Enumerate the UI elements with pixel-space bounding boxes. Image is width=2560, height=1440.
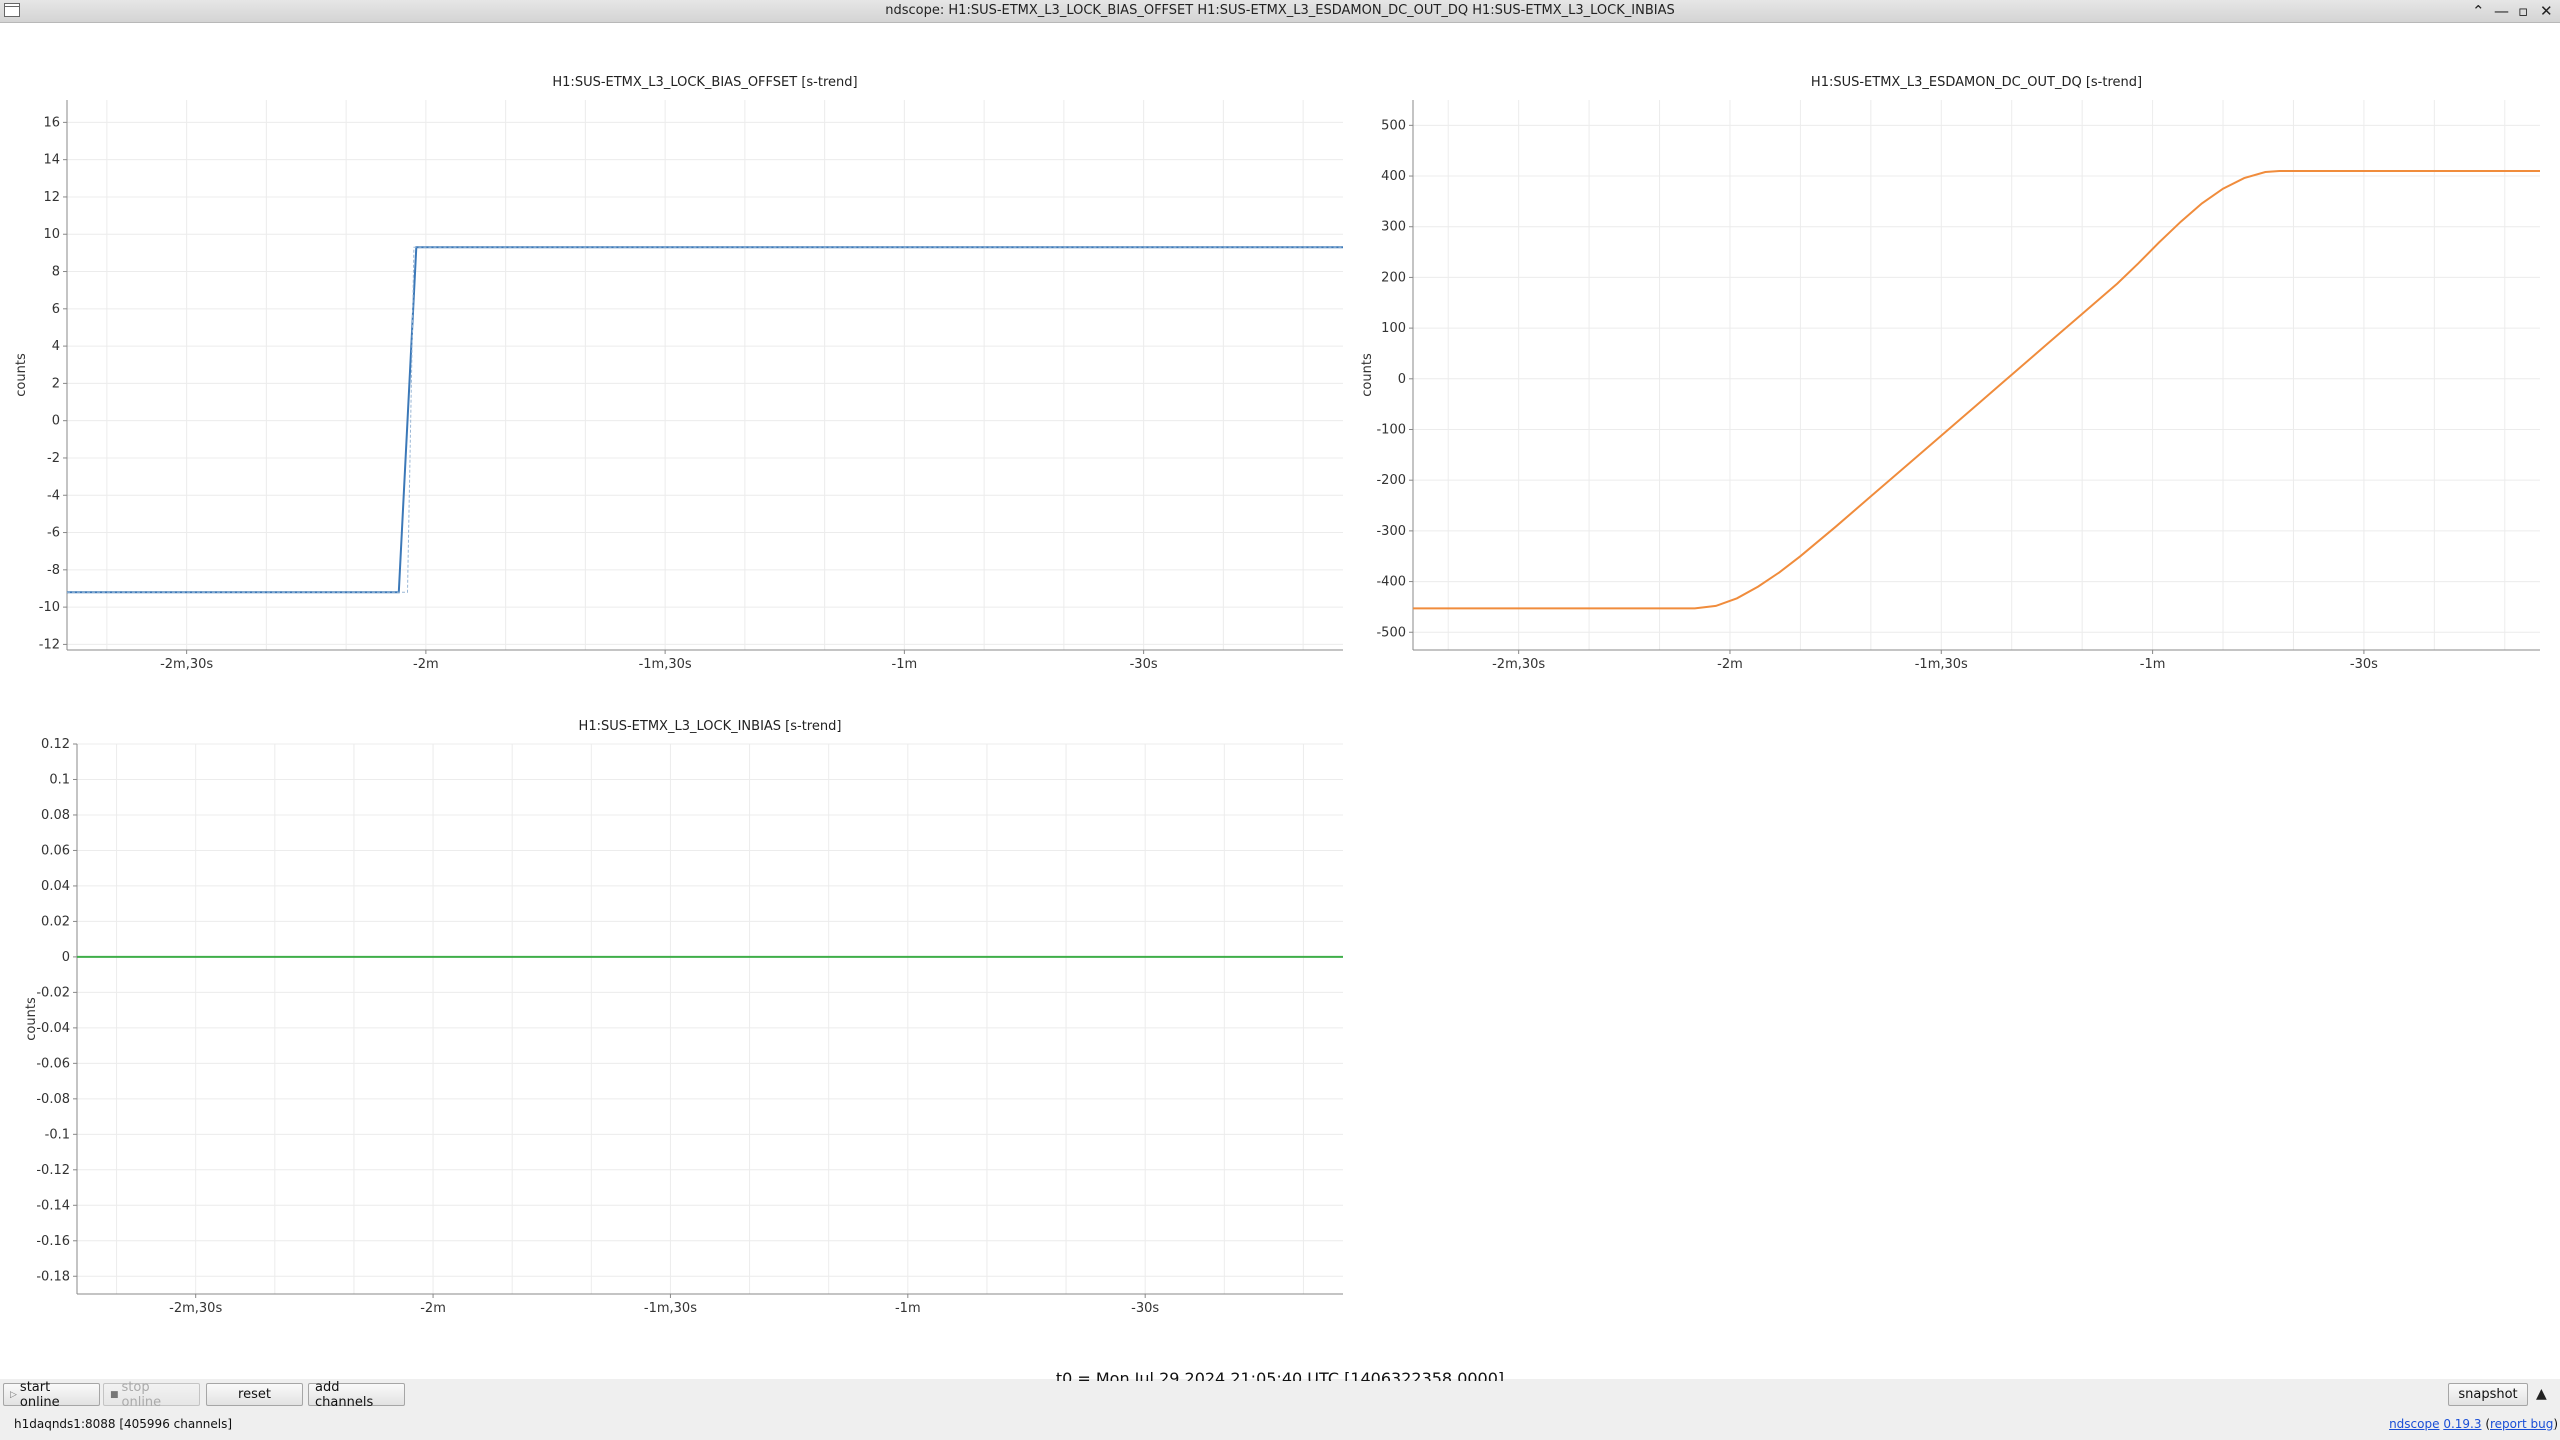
x-tick-label: -2m,30s xyxy=(160,657,213,672)
play-icon: ▷ xyxy=(10,1389,17,1400)
window-titlebar: ndscope: H1:SUS-ETMX_L3_LOCK_BIAS_OFFSET… xyxy=(0,0,2560,23)
y-tick-label: -0.1 xyxy=(45,1127,70,1142)
y-axis-label: counts xyxy=(14,353,29,397)
y-tick-label: -4 xyxy=(47,488,60,503)
y-tick-label: -500 xyxy=(1376,625,1406,640)
close-icon[interactable]: ✕ xyxy=(2540,1,2553,21)
series-line-1 xyxy=(67,246,1343,593)
status-bar: h1daqnds1:8088 [405996 channels] ndscope… xyxy=(0,1411,2560,1440)
y-tick-label: 0.12 xyxy=(41,737,70,752)
y-tick-label: -300 xyxy=(1376,524,1406,539)
plot-inbias[interactable]: H1:SUS-ETMX_L3_LOCK_INBIAS [s-trend] 0.12… xyxy=(0,699,1350,1335)
maximize-icon[interactable]: ▫ xyxy=(2518,1,2528,21)
chart-title: H1:SUS-ETMX_L3_LOCK_INBIAS [s-trend] xyxy=(579,719,842,734)
y-tick-label: -0.02 xyxy=(36,985,70,1000)
x-tick-label: -1m xyxy=(895,1301,921,1316)
y-tick-label: -0.06 xyxy=(36,1056,70,1071)
server-status: h1daqnds1:8088 [405996 channels] xyxy=(14,1417,233,1431)
series-line-0 xyxy=(1413,170,2540,610)
x-tick-label: -2m,30s xyxy=(169,1301,222,1316)
y-tick-label: 6 xyxy=(52,302,60,317)
chart-title: H1:SUS-ETMX_L3_LOCK_BIAS_OFFSET [s-trend… xyxy=(552,75,857,90)
x-tick-label: -2m xyxy=(413,657,439,672)
y-tick-label: 0.04 xyxy=(41,879,70,894)
y-tick-label: 14 xyxy=(43,153,60,168)
window-title: ndscope: H1:SUS-ETMX_L3_LOCK_BIAS_OFFSET… xyxy=(885,3,1675,18)
y-tick-label: 12 xyxy=(43,190,60,205)
version-link[interactable]: 0.19.3 xyxy=(2443,1417,2481,1431)
y-tick-label: -0.12 xyxy=(36,1163,70,1178)
plot-esdamon[interactable]: H1:SUS-ETMX_L3_ESDAMON_DC_OUT_DQ [s-tren… xyxy=(1340,55,2560,691)
x-tick-label: -30s xyxy=(1130,657,1158,672)
x-tick-label: -30s xyxy=(2350,657,2378,672)
y-tick-label: 0 xyxy=(52,414,60,429)
bottom-toolbar: ▷ start online ■ stop online reset add c… xyxy=(0,1380,2560,1410)
y-tick-label: 0.08 xyxy=(41,808,70,823)
y-tick-label: 0.1 xyxy=(49,772,70,787)
x-tick-label: -1m,30s xyxy=(639,657,692,672)
y-tick-label: -0.16 xyxy=(36,1234,70,1249)
y-tick-label: 100 xyxy=(1381,321,1406,336)
ndscope-link[interactable]: ndscope xyxy=(2389,1417,2439,1431)
y-tick-label: 0 xyxy=(1398,372,1406,387)
series-line-0 xyxy=(67,246,1343,594)
add-channels-button[interactable]: add channels xyxy=(308,1380,405,1410)
y-tick-label: 500 xyxy=(1381,118,1406,133)
x-tick-label: -1m xyxy=(2140,657,2166,672)
snapshot-button[interactable]: snapshot xyxy=(2448,1383,2528,1406)
x-tick-label: -1m,30s xyxy=(1915,657,1968,672)
stop-icon: ■ xyxy=(110,1389,119,1400)
y-tick-label: -100 xyxy=(1376,422,1406,437)
x-tick-label: -2m xyxy=(1717,657,1743,672)
y-tick-label: 8 xyxy=(52,265,60,280)
y-tick-label: -200 xyxy=(1376,473,1406,488)
report-bug-link[interactable]: report bug xyxy=(2490,1417,2553,1431)
y-axis-label: counts xyxy=(24,997,39,1041)
y-axis-label: counts xyxy=(1360,353,1375,397)
y-tick-label: 2 xyxy=(52,376,60,391)
restore-icon[interactable]: — xyxy=(2494,1,2509,21)
y-tick-label: 200 xyxy=(1381,270,1406,285)
x-tick-label: -2m xyxy=(420,1301,446,1316)
y-tick-label: -0.04 xyxy=(36,1021,70,1036)
y-tick-label: -400 xyxy=(1376,575,1406,590)
expand-panel-icon[interactable]: ▲ xyxy=(2536,1386,2547,1402)
x-tick-label: -1m,30s xyxy=(644,1301,697,1316)
y-tick-label: 4 xyxy=(52,339,60,354)
stop-online-label: stop online xyxy=(121,1379,162,1410)
y-tick-label: -6 xyxy=(47,526,60,541)
plot-area: H1:SUS-ETMX_L3_LOCK_BIAS_OFFSET [s-trend… xyxy=(0,23,2560,1388)
close-paren: ) xyxy=(2553,1417,2558,1431)
y-tick-label: -12 xyxy=(39,637,60,652)
y-tick-label: -10 xyxy=(39,600,60,615)
y-tick-label: 300 xyxy=(1381,220,1406,235)
y-tick-label: 10 xyxy=(43,227,60,242)
reset-button[interactable]: reset xyxy=(206,1383,303,1406)
y-tick-label: 400 xyxy=(1381,169,1406,184)
start-online-button[interactable]: ▷ start online xyxy=(3,1380,100,1410)
plot-bias-offset[interactable]: H1:SUS-ETMX_L3_LOCK_BIAS_OFFSET [s-trend… xyxy=(0,55,1350,691)
y-tick-label: -0.14 xyxy=(36,1198,70,1213)
x-tick-label: -30s xyxy=(1131,1301,1159,1316)
y-tick-label: 0 xyxy=(62,950,70,965)
y-tick-label: 0.02 xyxy=(41,914,70,929)
x-tick-label: -1m xyxy=(892,657,918,672)
y-tick-label: 0.06 xyxy=(41,843,70,858)
x-tick-label: -2m,30s xyxy=(1492,657,1545,672)
y-tick-label: -8 xyxy=(47,563,60,578)
y-tick-label: -0.18 xyxy=(36,1269,70,1284)
y-tick-label: -0.08 xyxy=(36,1092,70,1107)
minimize-icon[interactable]: ⌃ xyxy=(2472,1,2485,21)
version-area: ndscope 0.19.3 (report bug) xyxy=(2389,1417,2558,1431)
stop-online-button[interactable]: ■ stop online xyxy=(103,1380,200,1410)
chart-title: H1:SUS-ETMX_L3_ESDAMON_DC_OUT_DQ [s-tren… xyxy=(1811,75,2142,90)
y-tick-label: -2 xyxy=(47,451,60,466)
start-online-label: start online xyxy=(19,1379,60,1410)
y-tick-label: 16 xyxy=(43,115,60,130)
